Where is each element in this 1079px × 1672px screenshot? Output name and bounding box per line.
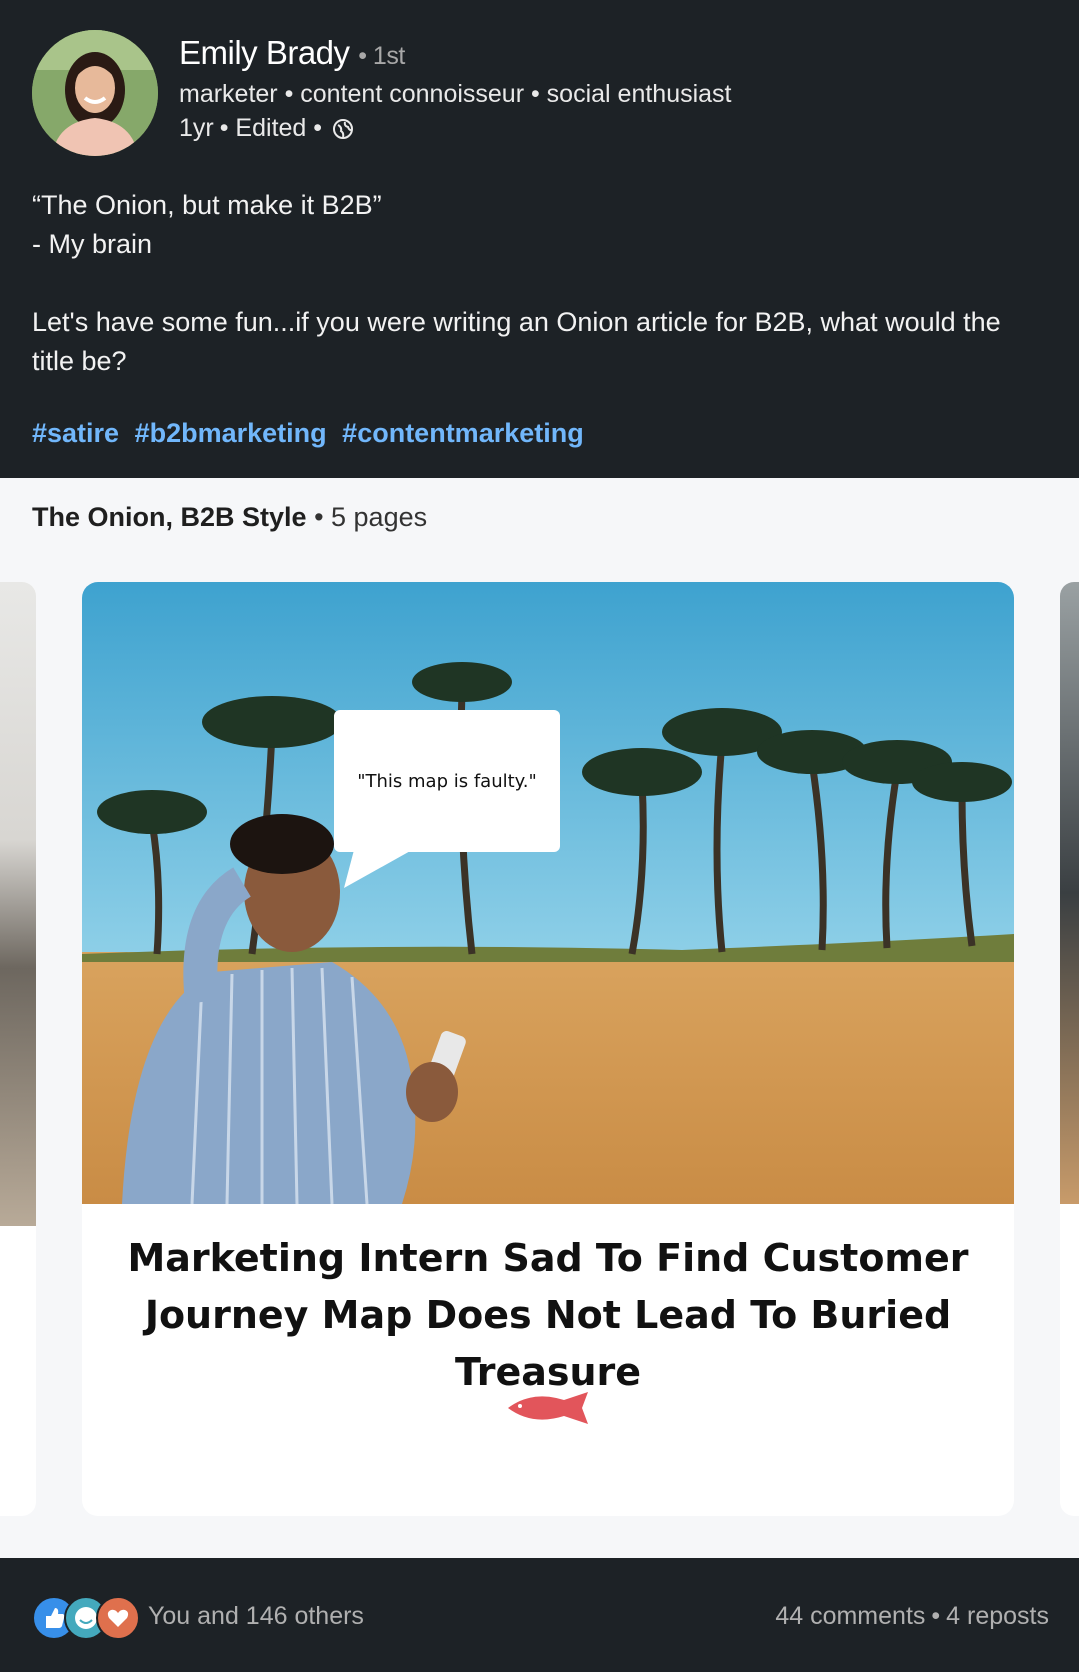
edited-label: • Edited •: [219, 114, 323, 142]
social-counts-bar: You and 146 others 44 comments • 4 repos…: [0, 1558, 1079, 1672]
author-name-text[interactable]: Emily Brady: [179, 34, 350, 71]
post-time: 1yr: [179, 114, 214, 142]
reactions-icons[interactable]: [32, 1596, 140, 1640]
document-title-text: The Onion, B2B Style: [32, 502, 307, 532]
post-text-line: Let's have some fun...if you were writin…: [32, 307, 1001, 376]
globe-icon: [332, 118, 354, 140]
hashtag-link[interactable]: #satire: [32, 418, 119, 448]
post-text-line: “The Onion, but make it B2B”: [32, 190, 382, 220]
slide-image: [1060, 582, 1079, 1204]
document-carousel[interactable]: The Onion, B2B Style • 5 pages "This map…: [0, 478, 1079, 1558]
separator-dot: •: [931, 1602, 941, 1630]
sweet-fish-logo: [502, 1388, 592, 1428]
author-headline: marketer • content connoisseur • social …: [179, 80, 732, 108]
hashtag-link[interactable]: #contentmarketing: [342, 418, 584, 448]
slide-headline: Marketing Intern Sad To Find Customer Jo…: [127, 1236, 969, 1394]
love-icon: [96, 1596, 140, 1640]
speech-bubble: "This map is faulty.": [334, 710, 560, 852]
post-meta: 1yr • Edited •: [179, 114, 354, 143]
document-title: The Onion, B2B Style • 5 pages: [32, 502, 427, 533]
engagement-counts: 44 comments • 4 reposts: [775, 1602, 1049, 1631]
reposts-count[interactable]: 4 reposts: [946, 1602, 1049, 1631]
author-name[interactable]: Emily Brady • 1st: [179, 34, 405, 72]
comments-count[interactable]: 44 comments: [775, 1602, 925, 1631]
hashtag-link[interactable]: #b2bmarketing: [135, 418, 327, 448]
hashtags: #satire #b2bmarketing #contentmarketing: [32, 418, 592, 449]
document-page-count: • 5 pages: [314, 502, 428, 532]
post-header: Emily Brady • 1st marketer • content con…: [0, 0, 1079, 478]
author-avatar[interactable]: [32, 30, 158, 156]
post-body: “The Onion, but make it B2B” - My brain …: [32, 186, 1042, 381]
connection-degree: • 1st: [358, 42, 405, 70]
next-slide[interactable]: [1060, 582, 1079, 1516]
post-text-line: - My brain: [32, 229, 153, 259]
reactions-count[interactable]: You and 146 others: [148, 1602, 364, 1631]
slide-image: [82, 582, 1014, 1205]
current-slide[interactable]: "This map is faulty." Marketing Intern S…: [82, 582, 1014, 1516]
speech-bubble-tail: [344, 850, 412, 888]
slide-image: [0, 582, 36, 1226]
previous-slide[interactable]: [0, 582, 36, 1516]
